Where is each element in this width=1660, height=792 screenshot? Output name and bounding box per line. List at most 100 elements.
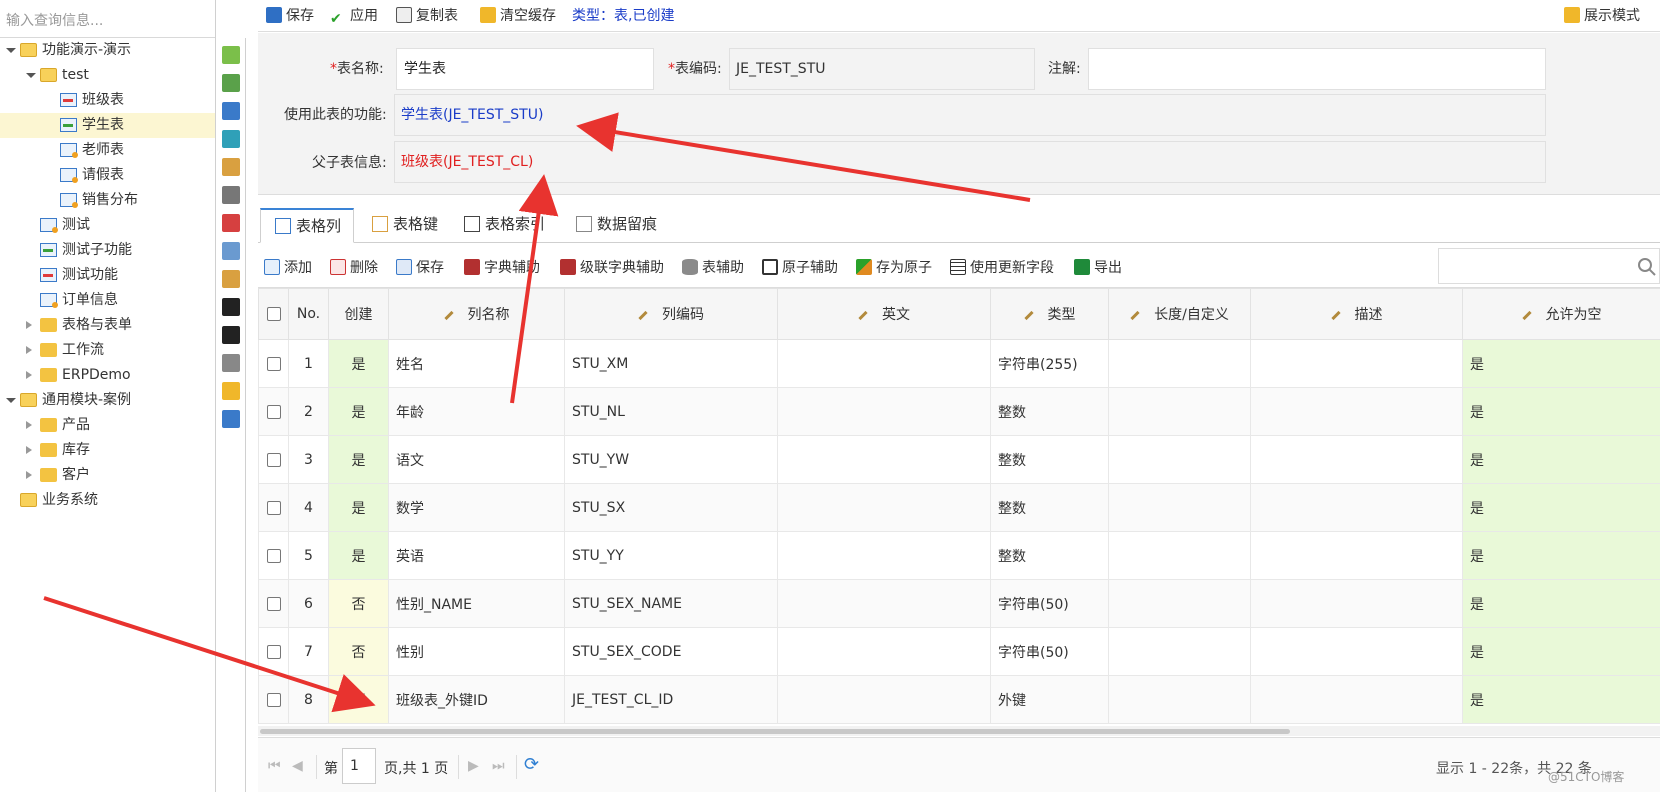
column-name-cell[interactable]: 英语 (388, 531, 565, 580)
column-code-cell[interactable]: JE_TEST_CL_ID (564, 675, 778, 724)
sql-icon[interactable] (222, 326, 240, 344)
row-checkbox[interactable] (266, 548, 281, 563)
tree-node[interactable]: 测试子功能 (0, 238, 215, 263)
tab-indexes[interactable]: 表格索引 (450, 208, 557, 243)
type-cell[interactable]: 整数 (990, 531, 1109, 580)
table-helper-button[interactable]: 表辅助 (682, 258, 744, 278)
collapse-arrow-icon[interactable] (6, 48, 16, 53)
clear-cache-button[interactable]: 清空缓存 (480, 6, 556, 26)
column-header-nullable[interactable]: 允许为空 (1462, 288, 1660, 340)
column-header-column-code[interactable]: 列编码 (564, 288, 778, 340)
tree-node[interactable]: 老师表 (0, 138, 215, 163)
english-cell[interactable] (777, 483, 991, 532)
delete-icon[interactable] (222, 186, 240, 204)
save-as-atom-button[interactable]: 存为原子 (856, 258, 932, 278)
tree-node[interactable]: 功能演示-演示 (0, 38, 215, 63)
refresh-icon[interactable]: ⟳ (524, 754, 539, 775)
tree-node[interactable]: 库存 (0, 438, 215, 463)
nullable-cell[interactable]: 是 (1462, 339, 1660, 388)
tree-node[interactable]: 客户 (0, 463, 215, 488)
add-column-button[interactable]: 添加 (264, 258, 312, 278)
column-header-type[interactable]: 类型 (990, 288, 1109, 340)
atom-helper-button[interactable]: 原子辅助 (762, 258, 838, 278)
save-button[interactable]: 保存 (266, 6, 314, 26)
column-name-cell[interactable]: 语文 (388, 435, 565, 484)
nullable-cell[interactable]: 是 (1462, 675, 1660, 724)
horizontal-scrollbar[interactable] (258, 726, 1660, 736)
grid-save-button[interactable]: 保存 (396, 258, 444, 278)
column-code-cell[interactable]: STU_SX (564, 483, 778, 532)
description-cell[interactable] (1250, 435, 1463, 484)
type-cell[interactable]: 整数 (990, 387, 1109, 436)
column-code-cell[interactable]: STU_SEX_CODE (564, 627, 778, 676)
type-cell[interactable]: 字符串(50) (990, 627, 1109, 676)
row-checkbox[interactable] (266, 596, 281, 611)
cascade-dict-helper-button[interactable]: 级联字典辅助 (560, 258, 664, 278)
expand-arrow-icon[interactable] (26, 446, 32, 454)
table-row[interactable]: 6 否性别_NAME STU_SEX_NAME 字符串(50) 是 (258, 579, 1660, 628)
table-row[interactable]: 4 是数学 STU_SX 整数是 (258, 483, 1660, 532)
paste-icon[interactable] (222, 158, 240, 176)
tree-search-input[interactable]: 输入查询信息... (0, 0, 215, 38)
length-cell[interactable] (1108, 387, 1251, 436)
type-cell[interactable]: 字符串(255) (990, 339, 1109, 388)
english-cell[interactable] (777, 531, 991, 580)
tree-node[interactable]: 班级表 (0, 88, 215, 113)
table-row[interactable]: 5 是英语 STU_YY 整数是 (258, 531, 1660, 580)
description-cell[interactable] (1250, 675, 1463, 724)
row-checkbox[interactable] (266, 644, 281, 659)
created-cell[interactable]: 是 (328, 531, 389, 580)
add-view-icon[interactable] (222, 102, 240, 120)
description-cell[interactable] (1250, 627, 1463, 676)
tree-node[interactable]: ERPDemo (0, 363, 215, 388)
column-code-cell[interactable]: STU_NL (564, 387, 778, 436)
row-checkbox[interactable] (266, 500, 281, 515)
expand-arrow-icon[interactable] (26, 471, 32, 479)
column-code-cell[interactable]: STU_YY (564, 531, 778, 580)
column-header-description[interactable]: 描述 (1250, 288, 1463, 340)
created-cell[interactable]: 是 (328, 387, 389, 436)
refresh-icon[interactable] (222, 270, 240, 288)
parent-table-link[interactable]: 班级表(JE_TEST_CL) (394, 141, 1546, 183)
row-checkbox[interactable] (266, 692, 281, 707)
tree-node[interactable]: 表格与表单 (0, 313, 215, 338)
import-icon[interactable] (222, 242, 240, 260)
column-header-length[interactable]: 长度/自定义 (1108, 288, 1251, 340)
created-cell[interactable]: 否 (328, 627, 389, 676)
length-cell[interactable] (1108, 435, 1251, 484)
column-header-english[interactable]: 英文 (777, 288, 991, 340)
description-cell[interactable] (1250, 579, 1463, 628)
table-name-input[interactable]: 学生表 (396, 48, 654, 90)
tree-node[interactable]: 请假表 (0, 163, 215, 188)
used-by-function-link[interactable]: 学生表(JE_TEST_STU) (394, 94, 1546, 136)
table-row[interactable]: 3 是语文 STU_YW 整数是 (258, 435, 1660, 484)
type-cell[interactable]: 整数 (990, 435, 1109, 484)
expand-arrow-icon[interactable] (26, 321, 32, 329)
expand-arrow-icon[interactable] (26, 421, 32, 429)
row-checkbox[interactable] (266, 404, 281, 419)
column-header-no[interactable]: No. (288, 288, 329, 340)
length-cell[interactable] (1108, 579, 1251, 628)
column-code-cell[interactable]: STU_SEX_NAME (564, 579, 778, 628)
length-cell[interactable] (1108, 483, 1251, 532)
page-number-input[interactable]: 1 (342, 748, 376, 784)
tab-columns[interactable]: 表格列 (260, 208, 355, 243)
expand-arrow-icon[interactable] (26, 346, 32, 354)
nullable-cell[interactable]: 是 (1462, 387, 1660, 436)
created-cell[interactable]: 否 (328, 675, 389, 724)
column-header-created[interactable]: 创建 (328, 288, 389, 340)
tree-node[interactable]: test (0, 63, 215, 88)
add-folder-icon[interactable] (222, 46, 240, 64)
description-cell[interactable] (1250, 483, 1463, 532)
type-cell[interactable]: 整数 (990, 483, 1109, 532)
tree-node[interactable]: 学生表 (0, 113, 215, 138)
add-table-icon[interactable] (222, 74, 240, 92)
description-cell[interactable] (1250, 339, 1463, 388)
length-cell[interactable] (1108, 627, 1251, 676)
column-name-cell[interactable]: 数学 (388, 483, 565, 532)
tree-node[interactable]: 工作流 (0, 338, 215, 363)
tree-node[interactable]: 通用模块-案例 (0, 388, 215, 413)
broom-icon[interactable] (222, 382, 240, 400)
database-export-icon[interactable] (222, 354, 240, 372)
created-cell[interactable]: 是 (328, 435, 389, 484)
